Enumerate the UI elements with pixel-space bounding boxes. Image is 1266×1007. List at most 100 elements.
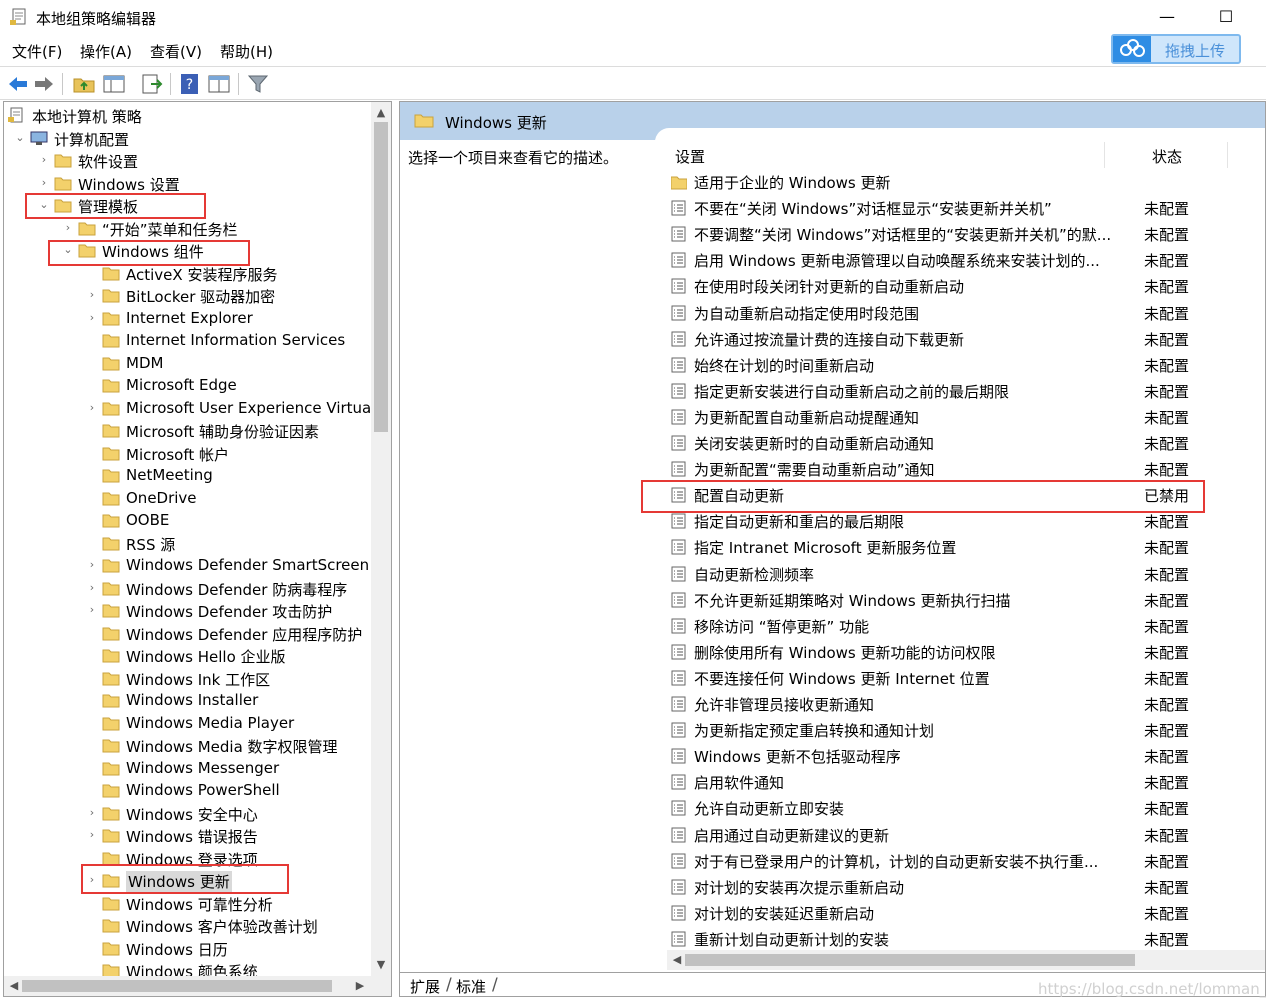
tree-horizontal-scrollbar[interactable]: ◀ ▶	[4, 976, 391, 996]
expanded-arrow-icon[interactable]: ⌄	[38, 198, 50, 211]
setting-row[interactable]: 指定更新安装进行自动重新启动之前的最后期限 未配置	[668, 378, 1228, 404]
tree-item[interactable]: Windows Installer	[4, 690, 371, 712]
minimize-button[interactable]: —	[1152, 6, 1182, 28]
tree-item[interactable]: › “开始”菜单和任务栏	[4, 218, 371, 240]
tree-item[interactable]: ⌄ 管理模板	[4, 195, 371, 217]
setting-row[interactable]: 不要调整“关闭 Windows”对话框里的“安装更新并关机”的默... 未配置	[668, 221, 1228, 247]
tree-item[interactable]: NetMeeting	[4, 465, 371, 487]
tree-item[interactable]: › Windows Defender 防病毒程序	[4, 578, 371, 600]
tree-item[interactable]: Microsoft Edge	[4, 375, 371, 397]
column-divider[interactable]	[1227, 142, 1228, 168]
setting-row[interactable]: 删除使用所有 Windows 更新功能的访问权限 未配置	[668, 639, 1228, 665]
maximize-button[interactable]: ☐	[1211, 6, 1241, 28]
expanded-arrow-icon[interactable]: ⌄	[62, 243, 74, 256]
tree-item[interactable]: Windows Ink 工作区	[4, 668, 371, 690]
tree-item[interactable]: Windows Hello 企业版	[4, 645, 371, 667]
tree-item[interactable]: ⌄ Windows 组件	[4, 240, 371, 262]
tree-item[interactable]: Internet Information Services	[4, 330, 371, 352]
scroll-down-icon[interactable]: ▼	[373, 958, 389, 971]
expanded-arrow-icon[interactable]: ⌄	[14, 131, 26, 144]
collapsed-arrow-icon[interactable]: ›	[62, 221, 74, 234]
drag-upload-button[interactable]: 拖拽上传	[1111, 34, 1241, 64]
setting-row[interactable]: 启用软件通知 未配置	[668, 769, 1228, 795]
settings-horizontal-scrollbar[interactable]: ◀	[667, 950, 1265, 970]
forward-icon[interactable]	[32, 72, 56, 96]
tree-item[interactable]: › Windows 安全中心	[4, 803, 371, 825]
setting-row[interactable]: 不要在“关闭 Windows”对话框显示“安装更新并关机” 未配置	[668, 195, 1228, 221]
tree-item[interactable]: OneDrive	[4, 488, 371, 510]
tree-item[interactable]: Windows 登录选项	[4, 848, 371, 870]
setting-row[interactable]: 对于有已登录用户的计算机，计划的自动更新安装不执行重... 未配置	[668, 848, 1228, 874]
setting-row[interactable]: 为更新指定预定重启转换和通知计划 未配置	[668, 717, 1228, 743]
tree-item[interactable]: Windows Media 数字权限管理	[4, 735, 371, 757]
tree-item[interactable]: Windows 日历	[4, 938, 371, 960]
setting-row[interactable]: 为更新配置“需要自动重新启动”通知 未配置	[668, 456, 1228, 482]
setting-row[interactable]: 始终在计划的时间重新启动 未配置	[668, 352, 1228, 378]
tree-item[interactable]: Windows 可靠性分析	[4, 893, 371, 915]
collapsed-arrow-icon[interactable]: ›	[86, 401, 98, 414]
tree-item[interactable]: › Microsoft User Experience Virtualiza	[4, 398, 391, 420]
scroll-up-icon[interactable]: ▲	[373, 106, 389, 119]
collapsed-arrow-icon[interactable]: ›	[86, 558, 98, 571]
tab-standard[interactable]: 标准	[456, 976, 486, 996]
setting-row[interactable]: 配置自动更新 已禁用	[668, 482, 1228, 508]
tree-item[interactable]: ActiveX 安装程序服务	[4, 263, 371, 285]
tree-item[interactable]: Windows Defender 应用程序防护	[4, 623, 371, 645]
collapsed-arrow-icon[interactable]: ›	[86, 873, 98, 886]
setting-row[interactable]: 启用通过自动更新建议的更新 未配置	[668, 822, 1228, 848]
setting-row[interactable]: 移除访问 “暂停更新” 功能 未配置	[668, 613, 1228, 639]
setting-row[interactable]: 为更新配置自动重新启动提醒通知 未配置	[668, 404, 1228, 430]
menu-action[interactable]: 操作(A)	[80, 41, 132, 62]
setting-row[interactable]: 在使用时段关闭针对更新的自动重新启动 未配置	[668, 273, 1228, 299]
tree-item[interactable]: › Windows Defender 攻击防护	[4, 600, 371, 622]
column-header-settings[interactable]: 设置	[675, 146, 705, 167]
setting-row[interactable]: Windows 更新不包括驱动程序 未配置	[668, 743, 1228, 769]
tree-item[interactable]: OOBE	[4, 510, 371, 532]
tree-item[interactable]: › Windows 错误报告	[4, 825, 371, 847]
scroll-left-icon[interactable]: ◀	[6, 979, 22, 992]
collapsed-arrow-icon[interactable]: ›	[86, 311, 98, 324]
column-header-status[interactable]: 状态	[1152, 146, 1182, 167]
scroll-right-icon[interactable]: ▶	[352, 979, 368, 992]
setting-row[interactable]: 对计划的安装再次提示重新启动 未配置	[668, 874, 1228, 900]
tab-extended[interactable]: 扩展	[410, 976, 440, 996]
menu-file[interactable]: 文件(F)	[12, 41, 62, 62]
menu-view[interactable]: 查看(V)	[150, 41, 202, 62]
show-hide-tree-icon[interactable]	[102, 72, 126, 96]
scroll-left-icon[interactable]: ◀	[669, 953, 685, 966]
tree-item[interactable]: 本地计算机 策略	[4, 105, 371, 127]
tree-item[interactable]: Windows PowerShell	[4, 780, 371, 802]
setting-row[interactable]: 适用于企业的 Windows 更新	[668, 169, 1228, 195]
setting-row[interactable]: 允许非管理员接收更新通知 未配置	[668, 691, 1228, 717]
setting-row[interactable]: 自动更新检测频率 未配置	[668, 561, 1228, 587]
tree-item[interactable]: RSS 源	[4, 533, 371, 555]
tree-item[interactable]: Microsoft 辅助身份验证因素	[4, 420, 371, 442]
tree-item[interactable]: › Windows 设置	[4, 173, 371, 195]
tree-item[interactable]: › Windows 更新	[4, 870, 371, 892]
tree-item[interactable]: › 软件设置	[4, 150, 371, 172]
collapsed-arrow-icon[interactable]: ›	[86, 581, 98, 594]
setting-row[interactable]: 指定自动更新和重启的最后期限 未配置	[668, 508, 1228, 534]
setting-row[interactable]: 指定 Intranet Microsoft 更新服务位置 未配置	[668, 534, 1228, 560]
tree-item[interactable]: › Internet Explorer	[4, 308, 371, 330]
setting-row[interactable]: 为自动重新启动指定使用时段范围 未配置	[668, 300, 1228, 326]
tree-item[interactable]: Microsoft 帐户	[4, 443, 371, 465]
back-icon[interactable]	[6, 72, 30, 96]
collapsed-arrow-icon[interactable]: ›	[38, 176, 50, 189]
setting-row[interactable]: 对计划的安装延迟重新启动 未配置	[668, 900, 1228, 926]
menu-help[interactable]: 帮助(H)	[220, 41, 273, 62]
properties-icon[interactable]	[207, 72, 231, 96]
tree-item[interactable]: Windows Media Player	[4, 713, 371, 735]
setting-row[interactable]: 不允许更新延期策略对 Windows 更新执行扫描 未配置	[668, 587, 1228, 613]
tree-item[interactable]: › BitLocker 驱动器加密	[4, 285, 371, 307]
tree-item[interactable]: ⌄ 计算机配置	[4, 128, 371, 150]
tree-vertical-scrollbar[interactable]: ▲ ▼	[371, 102, 391, 976]
filter-icon[interactable]	[246, 72, 270, 96]
collapsed-arrow-icon[interactable]: ›	[38, 153, 50, 166]
help-icon[interactable]: ?	[178, 72, 202, 96]
setting-row[interactable]: 不要连接任何 Windows 更新 Internet 位置 未配置	[668, 665, 1228, 691]
setting-row[interactable]: 允许通过按流量计费的连接自动下载更新 未配置	[668, 326, 1228, 352]
tree-item[interactable]: Windows 客户体验改善计划	[4, 915, 371, 937]
collapsed-arrow-icon[interactable]: ›	[86, 288, 98, 301]
export-list-icon[interactable]	[140, 72, 164, 96]
